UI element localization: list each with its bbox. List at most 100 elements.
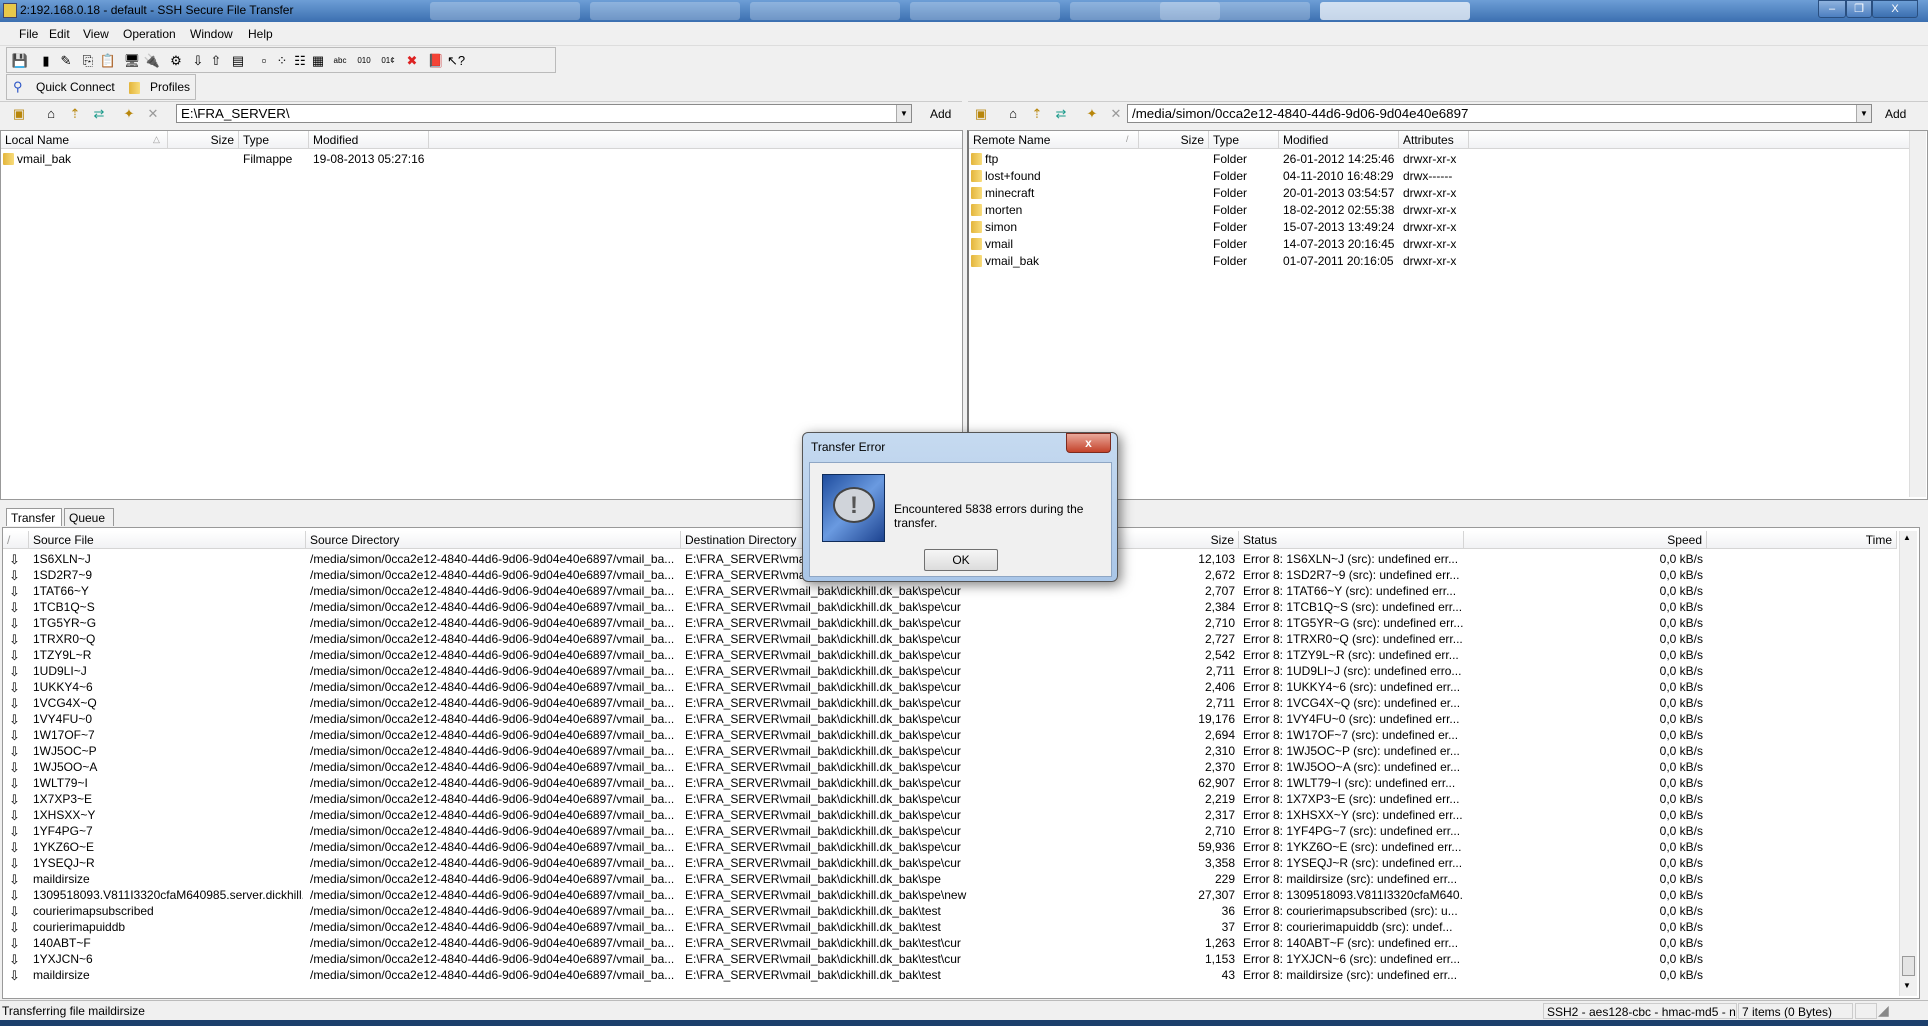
remote-new-folder-icon[interactable]: ✦ — [1083, 105, 1101, 123]
transfer-row[interactable]: ⇩ 1YF4PG~7/media/simon/0cca2e12-4840-44d6… — [3, 823, 1897, 839]
column-time[interactable]: Time — [1707, 531, 1897, 549]
column-type[interactable]: Type — [1209, 131, 1279, 149]
transfer-row[interactable]: ⇩ courierimapsubscribed/media/simon/0cca2… — [3, 903, 1897, 919]
local-add-button[interactable]: Add — [930, 107, 951, 121]
remote-file-row[interactable]: minecraft Folder 20-01-2013 03:54:57 drwxr-… — [969, 185, 1909, 202]
column-size[interactable]: Size — [168, 131, 239, 149]
remote-path-input[interactable] — [1127, 104, 1872, 123]
menu-operation[interactable]: Operation — [123, 27, 176, 41]
column-modified[interactable]: Modified — [309, 131, 429, 149]
transfer-row[interactable]: ⇩ 1WJ5OC~P/media/simon/0cca2e12-4840-44d6… — [3, 743, 1897, 759]
view-icon[interactable]: ▤ — [229, 52, 247, 70]
transfer-row[interactable]: ⇩ maildirsize/media/simon/0cca2e12-4840-4… — [3, 967, 1897, 983]
column-size[interactable]: Size — [1139, 131, 1209, 149]
tab-queue[interactable]: Queue — [64, 508, 114, 526]
menu-edit[interactable]: Edit — [49, 27, 70, 41]
remote-refresh-icon[interactable]: ⇄ — [1052, 105, 1070, 123]
tab-transfer[interactable]: Transfer — [6, 508, 62, 526]
remote-file-row[interactable]: morten Folder 18-02-2012 02:55:38 drwxr-xr-… — [969, 202, 1909, 219]
transfer-list[interactable]: / Source File Source Directory Destinati… — [2, 527, 1920, 999]
taskbar-tab[interactable] — [750, 2, 900, 20]
remote-folders-icon[interactable]: ▣ — [972, 105, 990, 123]
column-source-file[interactable]: Source File — [29, 531, 306, 549]
remote-add-button[interactable]: Add — [1885, 107, 1906, 121]
local-up-folder-icon[interactable]: ⇡ — [66, 105, 84, 123]
copy-icon[interactable]: ⎘ — [79, 52, 97, 70]
transfer-row[interactable]: ⇩ 1309518093.V811I3320cfaM640985.server.d… — [3, 887, 1897, 903]
new-terminal-icon[interactable]: 🖥 — [123, 52, 141, 70]
column-speed[interactable]: Speed — [1464, 531, 1707, 549]
remote-file-row[interactable]: lost+found Folder 04-11-2010 16:48:29 drwx-… — [969, 168, 1909, 185]
transfer-scrollbar[interactable]: ▲ ▼ — [1899, 531, 1917, 996]
column-type[interactable]: Type — [239, 131, 309, 149]
local-new-folder-icon[interactable]: ✦ — [120, 105, 138, 123]
stop-icon[interactable]: ✖ — [403, 52, 421, 70]
transfer-row[interactable]: ⇩ 1TRXR0~Q/media/simon/0cca2e12-4840-44d6… — [3, 631, 1897, 647]
size-grip-icon[interactable]: ◢ — [1878, 1002, 1889, 1019]
taskbar-tab[interactable] — [430, 2, 580, 20]
download-icon[interactable]: ⇩ — [189, 52, 207, 70]
transfer-row[interactable]: ⇩ 1UKKY4~6/media/simon/0cca2e12-4840-44d6… — [3, 679, 1897, 695]
column-attributes[interactable]: Attributes — [1399, 131, 1469, 149]
menu-window[interactable]: Window — [190, 27, 233, 41]
local-folders-icon[interactable]: ▣ — [10, 105, 28, 123]
local-path-input[interactable] — [176, 104, 912, 123]
remote-delete-icon[interactable]: ✕ — [1107, 105, 1125, 123]
remote-file-row[interactable]: vmail_bak Folder 01-07-2011 20:16:05 drwxr-… — [969, 253, 1909, 270]
column-modified[interactable]: Modified — [1279, 131, 1399, 149]
details-icon[interactable]: ▦ — [309, 52, 327, 70]
transfer-row[interactable]: ⇩ 1X7XP3~E/media/simon/0cca2e12-4840-44d6… — [3, 791, 1897, 807]
scroll-up-icon[interactable]: ▲ — [1903, 533, 1911, 542]
paste-icon[interactable]: 📋 — [99, 52, 117, 70]
quick-connect-button[interactable]: Quick Connect — [36, 80, 115, 94]
menu-file[interactable]: File — [19, 27, 38, 41]
transfer-row[interactable]: ⇩ 1VCG4X~Q/media/simon/0cca2e12-4840-44d6… — [3, 695, 1897, 711]
maximize-button[interactable]: ❐ — [1846, 0, 1872, 18]
transfer-row[interactable]: ⇩ 1XHSXX~Y/media/simon/0cca2e12-4840-44d6… — [3, 807, 1897, 823]
column-source-directory[interactable]: Source Directory — [306, 531, 681, 549]
column-remote-name[interactable]: Remote Name — [969, 131, 1139, 149]
taskbar-tab-active[interactable] — [1320, 2, 1470, 20]
transfer-row[interactable]: ⇩ 1WJ5OO~A/media/simon/0cca2e12-4840-44d6… — [3, 759, 1897, 775]
transfer-row[interactable]: ⇩ 1UD9LI~J/media/simon/0cca2e12-4840-44d6… — [3, 663, 1897, 679]
scrollbar-thumb[interactable] — [1902, 956, 1915, 976]
remote-file-row[interactable]: ftp Folder 26-01-2012 14:25:46 drwxr-xr-x — [969, 151, 1909, 168]
transfer-row[interactable]: ⇩ courierimapuiddb/media/simon/0cca2e12-4… — [3, 919, 1897, 935]
upload-icon[interactable]: ⇧ — [207, 52, 225, 70]
local-refresh-icon[interactable]: ⇄ — [90, 105, 108, 123]
transfer-row[interactable]: ⇩ 1VY4FU~0/media/simon/0cca2e12-4840-44d6… — [3, 711, 1897, 727]
dialog-close-button[interactable]: x — [1066, 433, 1111, 453]
local-delete-icon[interactable]: ✕ — [144, 105, 162, 123]
save-icon[interactable]: 💾 — [11, 52, 29, 70]
connect-icon[interactable]: 🔌 — [143, 52, 161, 70]
transfer-row[interactable]: ⇩ 1YSEQJ~R/media/simon/0cca2e12-4840-44d6… — [3, 855, 1897, 871]
taskbar-tab[interactable] — [590, 2, 740, 20]
remote-up-folder-icon[interactable]: ⇡ — [1028, 105, 1046, 123]
transfer-row[interactable]: ⇩ 1TAT66~Y/media/simon/0cca2e12-4840-44d6… — [3, 583, 1897, 599]
close-button[interactable]: X — [1872, 0, 1918, 18]
remote-file-row[interactable]: simon Folder 15-07-2013 13:49:24 drwxr-xr-x — [969, 219, 1909, 236]
transfer-row[interactable]: ⇩ 1YKZ6O~E/media/simon/0cca2e12-4840-44d6… — [3, 839, 1897, 855]
ascii-icon[interactable]: abc — [331, 52, 349, 70]
transfer-row[interactable]: ⇩ 1TCB1Q~S/media/simon/0cca2e12-4840-44d6… — [3, 599, 1897, 615]
transfer-row[interactable]: ⇩ maildirsize/media/simon/0cca2e12-4840-4… — [3, 871, 1897, 887]
local-path-dropdown-icon[interactable]: ▼ — [896, 105, 911, 122]
transfer-row[interactable]: ⇩ 140ABT~F/media/simon/0cca2e12-4840-44d6… — [3, 935, 1897, 951]
menu-view[interactable]: View — [83, 27, 109, 41]
local-file-row[interactable]: vmail_bak Filmappe 19-08-2013 05:27:16 — [1, 151, 962, 168]
binary-icon[interactable]: 010 — [355, 52, 373, 70]
remote-path-dropdown-icon[interactable]: ▼ — [1856, 105, 1871, 122]
transfer-row[interactable]: ⇩ 1TG5YR~G/media/simon/0cca2e12-4840-44d6… — [3, 615, 1897, 631]
transfer-row[interactable]: ⇩ 1YXJCN~6/media/simon/0cca2e12-4840-44d6… — [3, 951, 1897, 967]
remote-scrollbar[interactable] — [1909, 131, 1926, 497]
taskbar-tab[interactable] — [1160, 2, 1310, 20]
settings-icon[interactable]: ⚙ — [167, 52, 185, 70]
disconnect-red-icon[interactable]: ✎ — [57, 52, 75, 70]
profiles-button[interactable]: Profiles — [150, 80, 190, 94]
auto-mode-icon[interactable]: 01¢ — [379, 52, 397, 70]
transfer-row[interactable]: ⇩ 1WLT79~I/media/simon/0cca2e12-4840-44d6… — [3, 775, 1897, 791]
column-status[interactable]: Status — [1239, 531, 1464, 549]
local-home-icon[interactable]: ⌂ — [42, 105, 60, 123]
remote-home-icon[interactable]: ⌂ — [1004, 105, 1022, 123]
column-local-name[interactable]: Local Name — [1, 131, 168, 149]
